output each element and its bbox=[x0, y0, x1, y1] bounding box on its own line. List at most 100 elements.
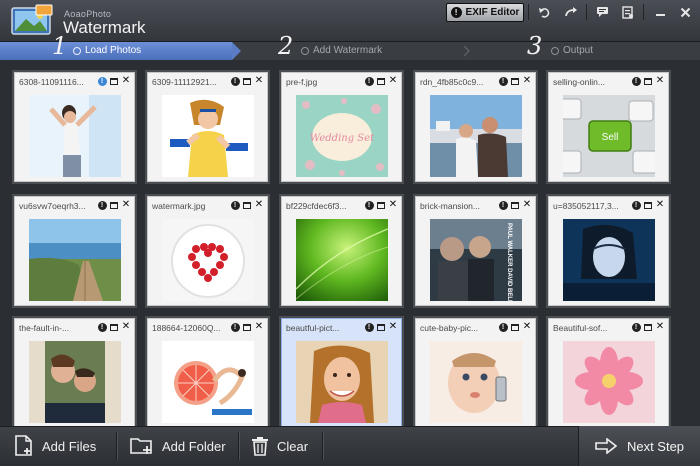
photo-info-icon[interactable]: ! bbox=[364, 322, 374, 332]
photo-thumbnail[interactable]: Sell bbox=[563, 95, 655, 177]
photo-card[interactable]: bf229cfdec6f3... ! ✕ bbox=[281, 196, 402, 306]
photo-thumbnail[interactable] bbox=[430, 95, 522, 177]
photo-card[interactable]: 188664-12060Q... ! ✕ bbox=[147, 318, 268, 428]
photo-card[interactable]: 6308-11091116... ! ✕ bbox=[14, 72, 135, 182]
photo-remove-icon[interactable]: ✕ bbox=[121, 200, 131, 210]
photo-info-icon[interactable]: ! bbox=[364, 200, 374, 210]
photo-card[interactable]: rdn_4fb85c0c9... ! ✕ bbox=[415, 72, 536, 182]
exif-editor-button[interactable]: ! EXIF Editor bbox=[446, 3, 524, 22]
minimize-icon[interactable] bbox=[651, 3, 669, 21]
photo-info-icon[interactable]: ! bbox=[498, 322, 508, 332]
photo-thumbnail[interactable]: Wedding Set bbox=[296, 95, 388, 177]
photo-thumbnail[interactable] bbox=[296, 219, 388, 301]
photo-info-icon[interactable]: ! bbox=[498, 76, 508, 86]
photo-info-icon[interactable]: ! bbox=[631, 200, 641, 210]
photo-remove-icon[interactable]: ✕ bbox=[388, 76, 398, 86]
photo-preview-icon[interactable] bbox=[510, 76, 520, 86]
photo-info-icon[interactable]: ! bbox=[631, 322, 641, 332]
photo-thumbnail[interactable] bbox=[430, 341, 522, 423]
photo-remove-icon[interactable]: ✕ bbox=[254, 200, 264, 210]
next-step-button[interactable]: Next Step bbox=[578, 426, 700, 466]
header-divider bbox=[643, 4, 644, 20]
photo-preview-icon[interactable] bbox=[643, 76, 653, 86]
photo-thumbnail[interactable] bbox=[563, 341, 655, 423]
photo-remove-icon[interactable]: ✕ bbox=[121, 322, 131, 332]
photo-remove-icon[interactable]: ✕ bbox=[655, 200, 665, 210]
photo-info-icon[interactable]: ! bbox=[230, 76, 240, 86]
photo-card[interactable]: pre-f.jpg ! ✕ Wedding Set bbox=[281, 72, 402, 182]
photo-filename: rdn_4fb85c0c9... bbox=[420, 77, 484, 87]
clear-button[interactable]: Clear bbox=[251, 426, 308, 466]
photo-info-icon[interactable]: ! bbox=[498, 200, 508, 210]
photo-info-icon[interactable]: ! bbox=[97, 200, 107, 210]
step-radio-2[interactable] bbox=[301, 47, 309, 55]
photo-preview-icon[interactable] bbox=[109, 200, 119, 210]
photo-preview-icon[interactable] bbox=[242, 322, 252, 332]
app-logo-icon bbox=[10, 4, 54, 38]
step-radio-3[interactable] bbox=[551, 47, 559, 55]
step-load-photos[interactable]: Load Photos bbox=[85, 45, 141, 56]
photo-remove-icon[interactable]: ✕ bbox=[655, 322, 665, 332]
add-files-label: Add Files bbox=[42, 438, 97, 454]
photo-card[interactable]: 6309-11112921... ! ✕ bbox=[147, 72, 268, 182]
photo-card[interactable]: vu6svw7oeqrh3... ! ✕ bbox=[14, 196, 135, 306]
photo-info-icon[interactable]: ! bbox=[364, 76, 374, 86]
photo-info-icon[interactable]: ! bbox=[97, 322, 107, 332]
photo-info-icon[interactable]: ! bbox=[230, 200, 240, 210]
photo-thumbnail[interactable] bbox=[162, 95, 254, 177]
wedding-card-text: Wedding Set bbox=[310, 133, 375, 144]
photo-info-icon[interactable]: ! bbox=[97, 76, 107, 86]
photo-preview-icon[interactable] bbox=[242, 76, 252, 86]
photo-preview-icon[interactable] bbox=[109, 322, 119, 332]
photo-preview-icon[interactable] bbox=[376, 322, 386, 332]
photo-thumbnail[interactable] bbox=[162, 219, 254, 301]
photo-thumbnail[interactable] bbox=[296, 341, 388, 423]
photo-card[interactable]: beautful-pict... ! ✕ bbox=[281, 318, 402, 428]
photo-card[interactable]: watermark.jpg ! ✕ bbox=[147, 196, 268, 306]
photo-preview-icon[interactable] bbox=[376, 76, 386, 86]
photo-info-icon[interactable]: ! bbox=[230, 322, 240, 332]
add-folder-button[interactable]: Add Folder bbox=[130, 426, 226, 466]
photo-preview-icon[interactable] bbox=[376, 200, 386, 210]
undo-icon[interactable] bbox=[535, 3, 553, 21]
toolbar-divider bbox=[238, 432, 239, 460]
step-output[interactable]: Output bbox=[563, 45, 593, 56]
photo-thumbnail[interactable] bbox=[563, 219, 655, 301]
photo-thumbnail[interactable]: PAUL WALKER DAVID BELLE RZA bbox=[430, 219, 522, 301]
register-icon[interactable] bbox=[619, 3, 637, 21]
photo-remove-icon[interactable]: ✕ bbox=[655, 76, 665, 86]
photo-card[interactable]: the-fault-in-... ! ✕ bbox=[14, 318, 135, 428]
next-step-label: Next Step bbox=[626, 438, 685, 454]
photo-preview-icon[interactable] bbox=[242, 200, 252, 210]
photo-remove-icon[interactable]: ✕ bbox=[522, 322, 532, 332]
close-icon[interactable] bbox=[676, 3, 694, 21]
redo-icon[interactable] bbox=[562, 3, 580, 21]
photo-remove-icon[interactable]: ✕ bbox=[388, 200, 398, 210]
photo-remove-icon[interactable]: ✕ bbox=[388, 322, 398, 332]
photo-info-icon[interactable]: ! bbox=[631, 76, 641, 86]
step-add-watermark[interactable]: Add Watermark bbox=[313, 45, 382, 56]
photo-thumbnail[interactable] bbox=[29, 341, 121, 423]
photo-preview-icon[interactable] bbox=[643, 322, 653, 332]
photo-remove-icon[interactable]: ✕ bbox=[522, 200, 532, 210]
photo-card[interactable]: brick-mansion... ! ✕ PAUL WALKER DAVID B… bbox=[415, 196, 536, 306]
photo-card[interactable]: cute-baby-pic... ! ✕ bbox=[415, 318, 536, 428]
photo-remove-icon[interactable]: ✕ bbox=[121, 76, 131, 86]
photo-thumbnail[interactable] bbox=[162, 341, 254, 423]
photo-preview-icon[interactable] bbox=[510, 322, 520, 332]
photo-preview-icon[interactable] bbox=[109, 76, 119, 86]
photo-card[interactable]: Beautiful-sof... ! ✕ bbox=[548, 318, 669, 428]
feedback-icon[interactable] bbox=[593, 3, 611, 21]
photo-thumbnail[interactable] bbox=[29, 219, 121, 301]
photo-remove-icon[interactable]: ✕ bbox=[522, 76, 532, 86]
photo-remove-icon[interactable]: ✕ bbox=[254, 322, 264, 332]
add-files-button[interactable]: Add Files bbox=[14, 426, 96, 466]
photo-filename: bf229cfdec6f3... bbox=[286, 201, 347, 211]
photo-preview-icon[interactable] bbox=[510, 200, 520, 210]
photo-card[interactable]: u=835052117,3... ! ✕ bbox=[548, 196, 669, 306]
step-radio-1[interactable] bbox=[73, 47, 81, 55]
photo-card[interactable]: selling-onlin... ! ✕ Sell bbox=[548, 72, 669, 182]
photo-thumbnail[interactable] bbox=[29, 95, 121, 177]
photo-preview-icon[interactable] bbox=[643, 200, 653, 210]
photo-remove-icon[interactable]: ✕ bbox=[254, 76, 264, 86]
